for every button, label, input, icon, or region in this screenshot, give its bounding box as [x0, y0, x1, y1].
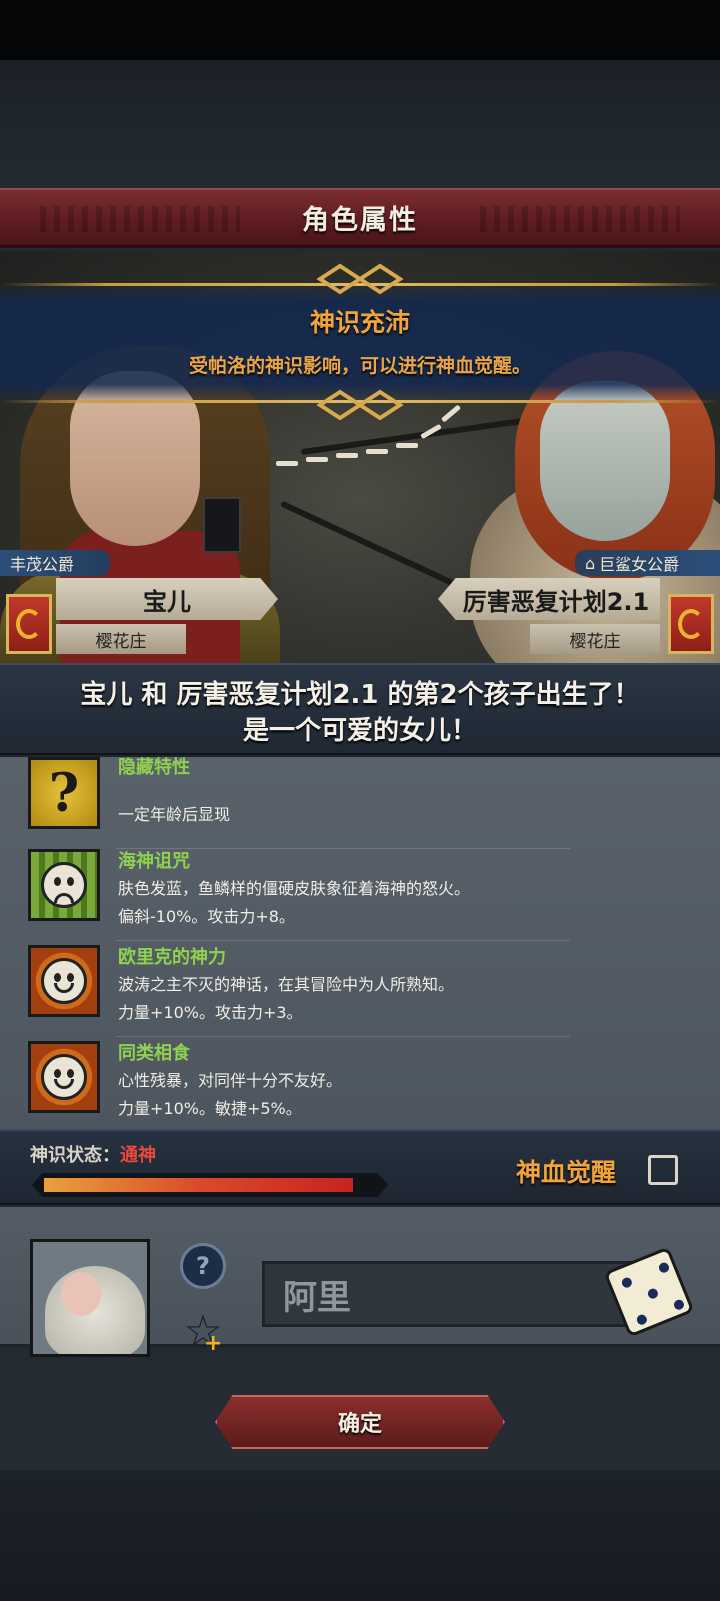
confirm-button[interactable]: 确定 — [215, 1395, 505, 1449]
trait-name: 欧里克的神力 — [118, 947, 226, 968]
question-icon: ? — [196, 1252, 210, 1280]
divine-state-gauge — [32, 1173, 388, 1197]
father-name-plate[interactable]: 宝儿 — [56, 578, 278, 620]
trait-effect: 力量+10%。敏捷+5%。 — [118, 1099, 302, 1118]
blood-awaken-label: 神血觉醒 — [516, 1158, 617, 1187]
blood-awaken-checkbox[interactable] — [648, 1155, 678, 1185]
smile-face-icon — [28, 1041, 100, 1113]
notice-text: 受帕洛的神识影响，可以进行神血觉醒。 — [188, 355, 531, 377]
trait-list[interactable]: ? 隐藏特性 一定年龄后显现 海神诅咒 肤色发蓝，鱼鳞样的僵硬皮肤象征着海神的怒… — [0, 757, 720, 1129]
smile-face-icon — [28, 945, 100, 1017]
notice-title: 神识充沛 — [309, 308, 410, 337]
divine-state-value: 通神 — [120, 1145, 156, 1166]
mother-portrait — [540, 381, 670, 541]
map-path — [366, 449, 388, 454]
mother-title-label: 巨鲨女公爵 — [599, 555, 680, 574]
help-button[interactable]: ? — [180, 1243, 226, 1289]
mother-name-plate[interactable]: 厉害恶复计划2.1 — [438, 578, 660, 620]
mother-crest-icon[interactable] — [668, 594, 714, 654]
knot-ornament-icon — [316, 389, 404, 421]
sad-face-icon — [28, 849, 100, 921]
trait-effect: 偏斜-10%。攻击力+8。 — [118, 907, 295, 926]
trait-effect: 力量+10%。攻击力+3。 — [118, 1003, 303, 1022]
trait-effect: 一定年龄后显现 — [118, 805, 231, 824]
divine-state-caption: 神识状态： — [30, 1145, 120, 1166]
question-icon: ? — [28, 757, 100, 829]
map-path — [336, 453, 358, 458]
map-path — [396, 443, 418, 448]
notice-banner — [0, 284, 720, 402]
home-icon: ⌂ — [585, 553, 596, 573]
knot-ornament-icon — [316, 263, 404, 295]
child-panel: ? ☆ + 阿里 — [0, 1207, 720, 1357]
map-path — [306, 457, 328, 462]
father-estate: 樱花庄 — [56, 624, 186, 654]
plus-icon: + — [204, 1331, 223, 1356]
trait-name: 海神诅咒 — [118, 851, 190, 872]
divine-state-bar: 神识状态：通神 神血觉醒 — [0, 1129, 720, 1205]
child-name-field[interactable]: 阿里 — [262, 1261, 642, 1327]
trait-item: ? 隐藏特性 一定年龄后显现 — [0, 757, 720, 849]
divine-state-label: 神识状态：通神 — [30, 1141, 156, 1167]
mother-title-tag: ⌂ 巨鲨女公爵 — [575, 550, 720, 576]
birth-announcement: 宝儿 和 厉害恶复计划2.1 的第2个孩子出生了！ 是一个可爱的女儿！ — [0, 663, 720, 755]
mother-estate: 樱花庄 — [530, 624, 660, 654]
trait-description: 波涛之主不灭的神话，在其冒险中为人所熟知。 — [118, 975, 455, 994]
trait-item: 海神诅咒 肤色发蓝，鱼鳞样的僵硬皮肤象征着海神的怒火。 偏斜-10%。攻击力+8… — [0, 845, 720, 941]
header-ornament-left — [40, 206, 240, 232]
father-title-tag: 丰茂公爵 — [0, 550, 110, 576]
birth-line-2: 是一个可爱的女儿！ — [242, 716, 477, 746]
baby-face — [61, 1272, 101, 1316]
status-bar-area — [0, 0, 720, 60]
bottom-area — [0, 1470, 720, 1601]
header-bar: 角色属性 — [0, 188, 720, 248]
trait-name: 隐藏特性 — [118, 757, 190, 778]
map-path — [276, 461, 298, 466]
page-title: 角色属性 — [302, 205, 418, 236]
divine-state-gauge-fill — [44, 1178, 353, 1192]
child-portrait[interactable] — [30, 1239, 150, 1357]
trait-description: 心性残暴，对同伴十分不友好。 — [118, 1071, 343, 1090]
father-crest-icon[interactable] — [6, 594, 52, 654]
trait-description: 肤色发蓝，鱼鳞样的僵硬皮肤象征着海神的怒火。 — [118, 879, 471, 898]
trait-name: 同类相食 — [118, 1043, 190, 1064]
trait-item: 欧里克的神力 波涛之主不灭的神话，在其冒险中为人所熟知。 力量+10%。攻击力+… — [0, 941, 720, 1037]
map-path — [440, 404, 462, 423]
birth-line-1: 宝儿 和 厉害恶复计划2.1 的第2个孩子出生了！ — [80, 680, 640, 710]
header-ornament-right — [480, 206, 680, 232]
statue-icon — [203, 497, 241, 553]
trait-item: 同类相食 心性残暴，对同伴十分不友好。 力量+10%。敏捷+5%。 — [0, 1037, 720, 1129]
